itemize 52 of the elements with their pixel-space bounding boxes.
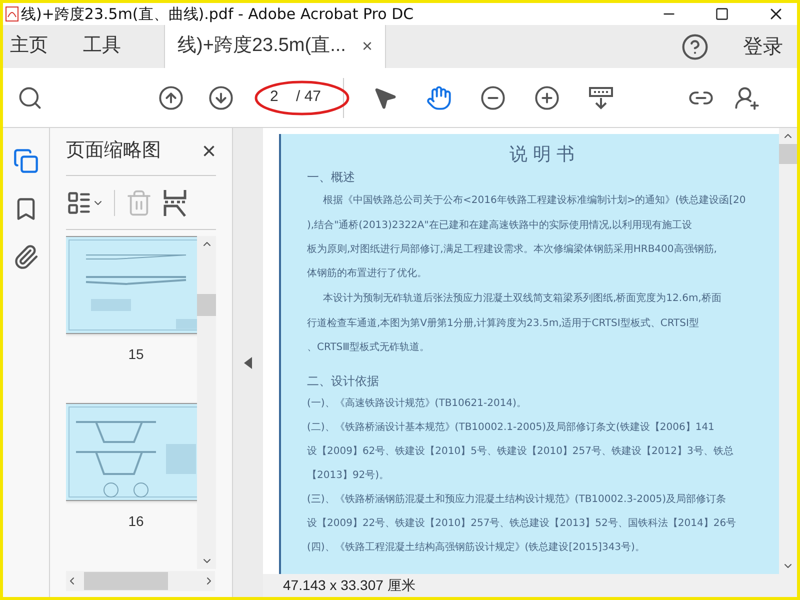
extract-icon <box>163 188 187 218</box>
document-text: 根据《中国铁路总公司关于公布<2016年铁路工程建设标准编制计划>的通知》(铁总建设函[20 <box>323 195 746 206</box>
scrollbar-thumb[interactable] <box>779 144 797 164</box>
document-text: (四)、《铁路工程混凝土结构高强钢筋设计规定》(铁总建设[2015]343号)。 <box>307 542 645 553</box>
section-heading: 一、概述 <box>307 170 355 184</box>
help-icon[interactable] <box>681 32 709 60</box>
nav-tab[interactable]: 工具 <box>76 25 128 68</box>
panel-close-button[interactable]: × <box>202 134 216 170</box>
options-button[interactable] <box>66 190 115 216</box>
list-icon <box>66 190 92 216</box>
document-text: 设【2009】62号、铁建设【2010】5号、铁建设【2010】257号、铁建设【2012】3号、铁总 <box>307 446 734 457</box>
document-text: 板为原则,对图纸进行局部修订,满足工程建设需求。本次修编梁体钢筋采用HRB400高强钢筋, <box>307 244 717 255</box>
document-text: (一)、《高速铁路设计规范》(TB10621-2014)。 <box>307 398 526 409</box>
maximize-icon[interactable] <box>715 7 729 21</box>
page-count: / 47 <box>296 87 322 108</box>
nav-tab[interactable]: 主页 <box>3 25 55 68</box>
document-text: 、CRTSⅢ型板式无砟轨道。 <box>307 342 430 353</box>
document-text: 本设计为预制无砟轨道后张法预应力混凝土双线简支箱梁系列图纸,桥面宽度为12.6m,桥面 <box>323 293 722 304</box>
document-text: (二)、《铁路桥涵设计基本规范》(TB10002.1-2005)及局部修订条文(铁建设【2006】141 <box>307 422 714 433</box>
collapse-arrow-icon[interactable] <box>244 356 252 368</box>
page-number-field[interactable]: 2 <box>266 86 296 109</box>
scrollbar-thumb[interactable] <box>84 572 168 590</box>
window-title: 线)+跨度23.5m(直、曲线).pdf - Adobe Acrobat Pro DC <box>21 4 414 25</box>
document-title: 说 明 书 <box>509 144 575 165</box>
document-text: 【2013】92号)。 <box>307 470 390 481</box>
hand-icon <box>426 84 452 110</box>
document-text: 行道检查车通道,本图为第Ⅴ册第1分册,计算跨度为23.5m,适用于CRTSⅠ型板式、CRTSⅠ型 <box>307 318 699 329</box>
document-text: 设【2009】22号、铁建设【2010】257号、铁总建设【2013】52号、国铁科法【2014】26号 <box>307 518 736 529</box>
document-text: ),结合"通桥(2013)2322A"在已建和在建高速铁路中的实际使用情况,以利用现有施工设 <box>307 220 692 231</box>
sign-in-link[interactable]: 登录 <box>743 32 783 62</box>
paperclip-icon[interactable] <box>13 244 39 270</box>
page-label: 15 <box>128 345 144 364</box>
tab-close-button[interactable]: × <box>362 33 372 60</box>
trash-icon <box>125 188 153 216</box>
zoom-out-icon <box>480 84 506 110</box>
document-text: 体钢筋的布置进行了优化。 <box>307 268 427 279</box>
search-icon <box>17 84 43 110</box>
document-text: (三)、《铁路桥涵钢筋混凝土和预应力混凝土结构设计规范》(TB10002.3-2005)及局部修订条 <box>307 494 726 505</box>
extract-button[interactable] <box>163 188 187 218</box>
document-tab[interactable]: 线)+跨度23.5m(直... × <box>164 25 386 68</box>
page-size-text: 47.143 x 33.307 厘米 <box>283 576 416 595</box>
section-heading: 二、设计依据 <box>307 374 379 388</box>
horizontal-scrollbar[interactable] <box>66 571 215 591</box>
pages-icon[interactable] <box>13 148 39 174</box>
panel-title: 页面缩略图 <box>66 139 161 164</box>
add-user-icon <box>734 84 760 110</box>
scrollbar-thumb[interactable] <box>197 294 216 316</box>
page-label: 16 <box>128 512 144 531</box>
vertical-scrollbar[interactable] <box>779 128 797 574</box>
vertical-scrollbar[interactable] <box>197 236 216 569</box>
scroll-mode-icon <box>588 84 614 110</box>
zoom-in-icon <box>534 84 560 110</box>
